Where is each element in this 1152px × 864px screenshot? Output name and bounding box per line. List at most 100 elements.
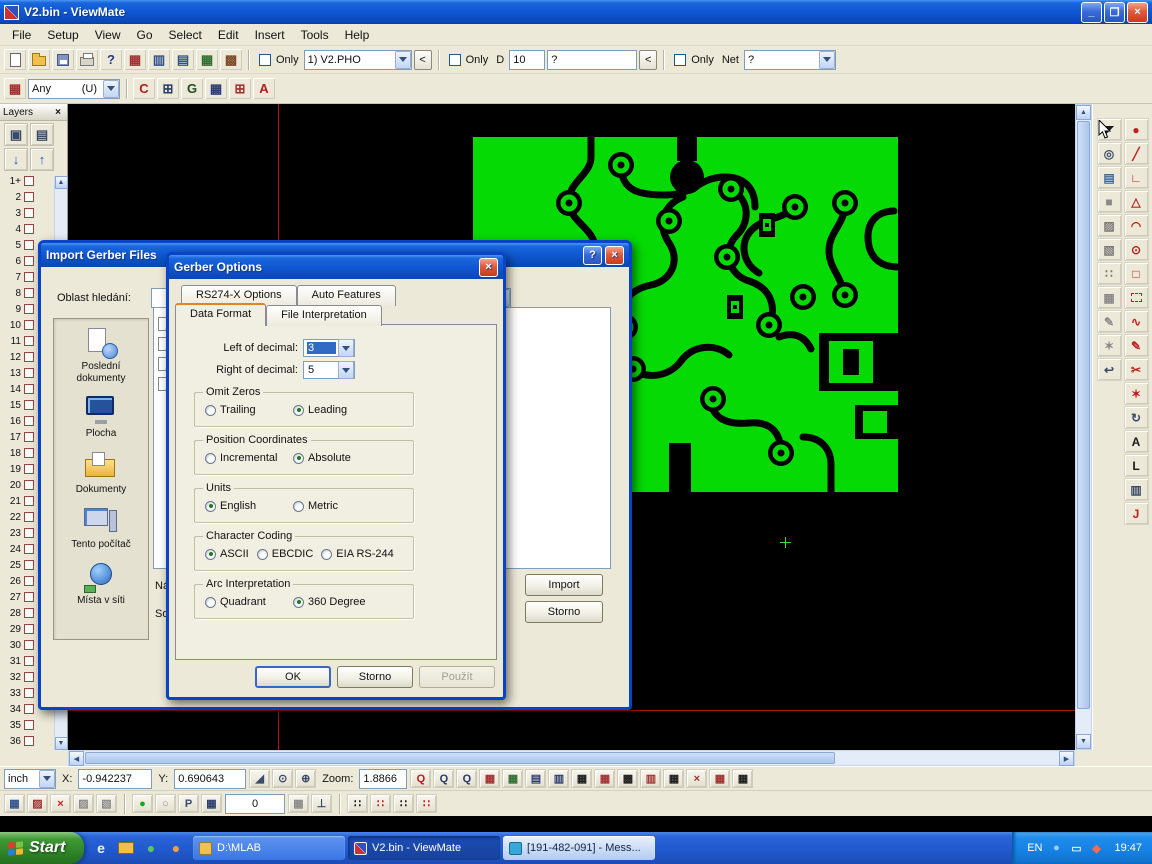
pad-outline-icon[interactable]: ▥: [640, 769, 661, 788]
layer-swatch[interactable]: [24, 576, 34, 586]
burst-tool-icon[interactable]: ✶: [1097, 334, 1122, 357]
cell-select-icon[interactable]: ▦: [196, 49, 218, 70]
hatch-gray-icon[interactable]: ▨: [73, 794, 94, 813]
print-icon[interactable]: [76, 49, 98, 70]
net-select-combo[interactable]: ?: [744, 50, 836, 70]
table-alt-icon[interactable]: ▥: [548, 769, 569, 788]
import-button[interactable]: Import: [525, 574, 603, 596]
layer-swatch[interactable]: [24, 656, 34, 666]
layer-down-icon[interactable]: ↓: [4, 148, 28, 171]
layer-table-icon[interactable]: ▤: [30, 123, 54, 146]
scroll-down-icon[interactable]: ▼: [1076, 734, 1091, 749]
jog-tool-icon[interactable]: J: [1124, 502, 1149, 525]
layer-swatch[interactable]: [24, 720, 34, 730]
aperture-c-icon[interactable]: ∷: [393, 794, 414, 813]
layer-row-35[interactable]: 35: [0, 717, 54, 733]
layer-swatch[interactable]: [24, 512, 34, 522]
dcode-input[interactable]: 10: [509, 50, 545, 70]
layer-swatch[interactable]: [24, 528, 34, 538]
browser-icon[interactable]: ●: [165, 837, 187, 859]
menu-select[interactable]: Select: [161, 25, 210, 45]
delete-icon[interactable]: ×: [50, 794, 71, 813]
close-icon[interactable]: ×: [52, 107, 64, 118]
layer-view-icon[interactable]: ▣: [4, 123, 28, 146]
menu-tools[interactable]: Tools: [293, 25, 337, 45]
dcode-table-icon[interactable]: ▦: [201, 794, 222, 813]
zoom-in-icon[interactable]: Q: [410, 769, 431, 788]
restore-button[interactable]: ❐: [1104, 2, 1125, 23]
anchor-icon[interactable]: ⊥: [311, 794, 332, 813]
chevron-down-icon[interactable]: [103, 80, 119, 98]
aperture-d-icon[interactable]: ∷: [416, 794, 437, 813]
layer-swatch[interactable]: [24, 400, 34, 410]
chevron-down-icon[interactable]: [819, 51, 835, 69]
radio-ebcdic[interactable]: EBCDIC: [257, 548, 314, 560]
media-icon[interactable]: ●: [140, 837, 162, 859]
aperture-a-icon[interactable]: ∷: [347, 794, 368, 813]
chevron-down-icon[interactable]: [338, 361, 354, 379]
layer-swatch[interactable]: [24, 416, 34, 426]
layer-swatch[interactable]: [24, 736, 34, 746]
layer-swatch[interactable]: [24, 304, 34, 314]
layer-swatch[interactable]: [24, 672, 34, 682]
internet-explorer-icon[interactable]: e: [90, 837, 112, 859]
crosshair-icon[interactable]: ⊕: [295, 769, 316, 788]
radio-trailing[interactable]: Trailing: [205, 404, 293, 416]
layer-swatch[interactable]: [24, 368, 34, 378]
layer-swatch[interactable]: [24, 256, 34, 266]
menu-view[interactable]: View: [87, 25, 129, 45]
hint-bulb-icon[interactable]: ○: [155, 794, 176, 813]
menu-insert[interactable]: Insert: [247, 25, 293, 45]
draw-dashed-rect-icon[interactable]: [1124, 286, 1149, 309]
help-icon[interactable]: ?: [583, 246, 602, 265]
only-net-checkbox[interactable]: [674, 54, 686, 66]
scroll-up-icon[interactable]: ▲: [1076, 105, 1091, 120]
ok-button[interactable]: OK: [255, 666, 331, 688]
zoom-out-icon[interactable]: Q: [456, 769, 477, 788]
layer-swatch[interactable]: [24, 192, 34, 202]
pad-black-icon[interactable]: ▦: [571, 769, 592, 788]
chevron-down-icon[interactable]: [338, 339, 354, 357]
text-tool-icon[interactable]: A: [1124, 430, 1149, 453]
open-file-icon[interactable]: [28, 49, 50, 70]
radio-360-degree[interactable]: 360 Degree: [293, 596, 381, 608]
draw-pad-icon[interactable]: ●: [1124, 118, 1149, 141]
draw-arc-icon[interactable]: ◠: [1124, 214, 1149, 237]
layer-swatch[interactable]: [24, 592, 34, 602]
minimize-button[interactable]: _: [1081, 2, 1102, 23]
vscroll-thumb[interactable]: [1077, 121, 1090, 709]
layer-row-3[interactable]: 3: [0, 205, 54, 221]
scroll-right-icon[interactable]: ▶: [1059, 751, 1074, 766]
previous-layer-button[interactable]: <: [414, 50, 432, 70]
close-icon[interactable]: ×: [479, 258, 498, 277]
chevron-down-icon[interactable]: [395, 51, 411, 69]
hatch-red-icon[interactable]: ▨: [27, 794, 48, 813]
draw-rect-icon[interactable]: □: [1124, 262, 1149, 285]
layer-swatch[interactable]: [24, 496, 34, 506]
selection-filter-combo[interactable]: Any (U): [28, 79, 120, 99]
layer-swatch[interactable]: [24, 624, 34, 634]
layer-swatch[interactable]: [24, 352, 34, 362]
radio-metric[interactable]: Metric: [293, 500, 381, 512]
pattern-a-icon[interactable]: ▦: [709, 769, 730, 788]
pattern-b-icon[interactable]: ▦: [732, 769, 753, 788]
table-icon[interactable]: ▤: [525, 769, 546, 788]
close-icon[interactable]: ×: [605, 246, 624, 265]
draw-sketch-icon[interactable]: ✎: [1124, 334, 1149, 357]
canvas-hscrollbar[interactable]: ◀ ▶: [68, 750, 1075, 766]
task-191-482-091-mess[interactable]: [191-482-091] - Mess...: [503, 836, 655, 860]
title-bar[interactable]: V2.bin - ViewMate _ ❐ ×: [0, 0, 1152, 24]
layer-swatch[interactable]: [24, 208, 34, 218]
pad-red-icon[interactable]: ▦: [594, 769, 615, 788]
menu-setup[interactable]: Setup: [39, 25, 86, 45]
storno-button[interactable]: Storno: [525, 601, 603, 623]
right-of-decimal-combo[interactable]: 5: [303, 361, 355, 379]
layer-select-combo[interactable]: 1) V2.PHO: [304, 50, 412, 70]
layer-swatch[interactable]: [24, 640, 34, 650]
previous-dcode-button[interactable]: <: [639, 50, 657, 70]
language-indicator[interactable]: EN: [1027, 842, 1042, 854]
measure-icon[interactable]: ▩: [220, 49, 242, 70]
column-select-icon[interactable]: ▥: [148, 49, 170, 70]
layer-swatch[interactable]: [24, 704, 34, 714]
radio-quadrant[interactable]: Quadrant: [205, 596, 293, 608]
